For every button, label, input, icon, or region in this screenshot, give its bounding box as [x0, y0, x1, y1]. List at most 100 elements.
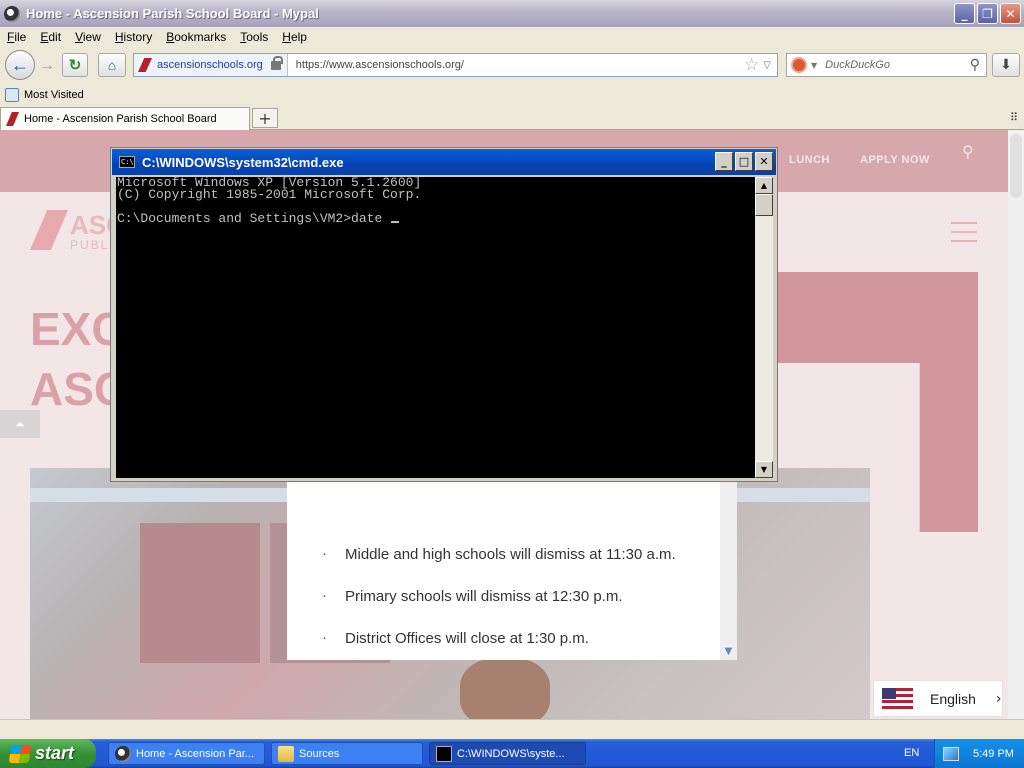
text-cursor [391, 221, 400, 223]
us-flag-icon [882, 688, 913, 709]
notice-scrollbar[interactable]: ▼ [720, 480, 737, 660]
search-input[interactable]: DuckDuckGo [825, 59, 970, 71]
search-bar[interactable]: ▼ DuckDuckGo ⚲ [786, 53, 987, 77]
cmd-window-controls: _ □ ✕ [715, 152, 773, 171]
site-logo-icon[interactable] [30, 210, 68, 250]
mypal-browser-icon [4, 5, 20, 22]
forward-button[interactable]: → [36, 55, 58, 77]
maximize-button[interactable]: ❐ [977, 3, 998, 24]
minimize-button[interactable]: _ [954, 3, 975, 24]
window-title: Home - Ascension Parish School Board - M… [26, 6, 319, 21]
cmd-maximize-button[interactable]: □ [735, 152, 753, 171]
back-button[interactable]: ← [5, 50, 35, 80]
cmd-close-button[interactable]: ✕ [755, 152, 773, 171]
console-line: (C) Copyright 1985-2001 Microsoft Corp. [117, 187, 422, 202]
most-visited-icon [5, 88, 19, 102]
start-button[interactable]: start [0, 739, 96, 768]
new-tab-button[interactable]: + [252, 108, 278, 128]
cmd-window: C:\ C:\WINDOWS\system32\cmd.exe _ □ ✕ Mi… [110, 147, 778, 482]
list-item: District Offices will close at 1:30 p.m. [322, 629, 676, 672]
console-icon [436, 745, 452, 762]
console-command: C:\Documents and Settings\VM2>date [117, 211, 391, 226]
windows-logo-icon [8, 744, 32, 763]
language-label: English [930, 690, 976, 707]
star-icon[interactable]: ☆ [744, 55, 759, 75]
tab-favicon-icon [6, 112, 19, 126]
cmd-minimize-button[interactable]: _ [715, 152, 733, 171]
taskbar-item-label: Home - Ascension Par... [136, 747, 254, 760]
clock[interactable]: 5:49 PM [973, 748, 1014, 760]
home-icon: ⌂ [107, 57, 117, 73]
tab-home[interactable]: Home - Ascension Parish School Board [0, 107, 250, 130]
taskbar-item-label: C:\WINDOWS\syste... [457, 747, 565, 760]
network-icon[interactable] [943, 746, 959, 761]
cmd-title-bar[interactable]: C:\ C:\WINDOWS\system32\cmd.exe _ □ ✕ [112, 149, 776, 175]
search-engine-dropdown-icon[interactable]: ▼ [811, 61, 817, 70]
site-search-icon[interactable]: ⚲ [962, 142, 974, 161]
bell-icon: ⏶ [15, 416, 25, 431]
menu-view[interactable]: View [68, 30, 108, 44]
language-indicator[interactable]: EN [904, 747, 919, 759]
menu-bar: File Edit View History Bookmarks Tools H… [0, 27, 1024, 46]
window-controls: _ ❐ ✕ [954, 3, 1021, 24]
tab-list-icon[interactable]: ⠿ [1010, 111, 1018, 124]
navigation-toolbar: ← → ↻ ⌂ ascensionschools.org https://www… [0, 46, 1024, 84]
site-logo-subtext: PUBLI [70, 238, 115, 252]
url-bar[interactable]: ascensionschools.org https://www.ascensi… [133, 53, 778, 77]
home-button[interactable]: ⌂ [98, 53, 126, 77]
chevron-down-icon[interactable]: ▼ [720, 643, 737, 660]
menu-bookmarks[interactable]: Bookmarks [159, 30, 233, 44]
nav-apply-now[interactable]: APPLY NOW [860, 154, 930, 166]
site-favicon-icon [138, 58, 152, 72]
duckduckgo-icon[interactable] [791, 57, 807, 73]
scroll-up-icon[interactable]: ▲ [755, 177, 773, 194]
taskbar-item-cmd[interactable]: C:\WINDOWS\syste... [429, 742, 586, 765]
chevron-right-icon: › [995, 690, 1002, 707]
console-icon: C:\ [119, 156, 135, 168]
plus-icon: + [258, 108, 272, 128]
taskbar: start Home - Ascension Par... Sources C:… [0, 739, 1024, 768]
taskbar-item-browser[interactable]: Home - Ascension Par... [108, 742, 265, 765]
tab-strip: Home - Ascension Parish School Board + ⠿ [0, 106, 1024, 130]
list-item: Middle and high schools will dismiss at … [322, 545, 676, 588]
scroll-thumb[interactable] [1010, 134, 1022, 198]
menu-help[interactable]: Help [275, 30, 314, 44]
mypal-browser-icon [115, 745, 131, 762]
photo-block [140, 523, 260, 663]
taskbar-item-sources[interactable]: Sources [271, 742, 423, 765]
cmd-title: C:\WINDOWS\system32\cmd.exe [142, 154, 344, 170]
browser-status-bar [0, 719, 1024, 739]
url-text[interactable]: https://www.ascensionschools.org/ [296, 59, 744, 71]
browser-title-bar[interactable]: Home - Ascension Parish School Board - M… [0, 0, 1024, 27]
menu-edit[interactable]: Edit [33, 30, 68, 44]
side-notification-tab[interactable]: ⏶ [0, 410, 40, 438]
download-button[interactable]: ⬇ [992, 53, 1020, 77]
system-tray: 5:49 PM [934, 739, 1024, 768]
reload-button[interactable]: ↻ [62, 53, 88, 77]
menu-tools[interactable]: Tools [233, 30, 275, 44]
close-button[interactable]: ✕ [1000, 3, 1021, 24]
reload-icon: ↻ [68, 57, 82, 74]
menu-history[interactable]: History [108, 30, 159, 44]
arrow-left-icon: ← [11, 54, 29, 75]
scroll-down-icon[interactable]: ▼ [755, 461, 773, 478]
folder-icon [278, 745, 294, 762]
console-output[interactable]: Microsoft Windows XP [Version 5.1.2600] … [116, 176, 755, 478]
hamburger-menu-icon[interactable] [951, 222, 977, 242]
menu-file[interactable]: File [0, 30, 33, 44]
cmd-scrollbar[interactable]: ▲ ▼ [755, 177, 773, 478]
site-domain: ascensionschools.org [157, 59, 263, 71]
start-label: start [35, 743, 75, 763]
notice-popup: Middle and high schools will dismiss at … [287, 480, 720, 660]
magnifier-icon[interactable]: ⚲ [970, 57, 980, 73]
nav-lunch[interactable]: LUNCH [789, 154, 830, 166]
page-scrollbar[interactable] [1008, 130, 1024, 719]
cmd-scroll-thumb[interactable] [755, 194, 773, 216]
url-dropdown-icon[interactable]: ▽ [763, 60, 771, 71]
language-selector[interactable]: English › [873, 680, 1003, 717]
lock-icon [270, 55, 283, 70]
bookmark-most-visited[interactable]: Most Visited [24, 89, 84, 101]
download-arrow-icon: ⬇ [1000, 57, 1012, 73]
tab-label: Home - Ascension Parish School Board [24, 113, 217, 125]
site-identity[interactable]: ascensionschools.org [134, 54, 288, 76]
